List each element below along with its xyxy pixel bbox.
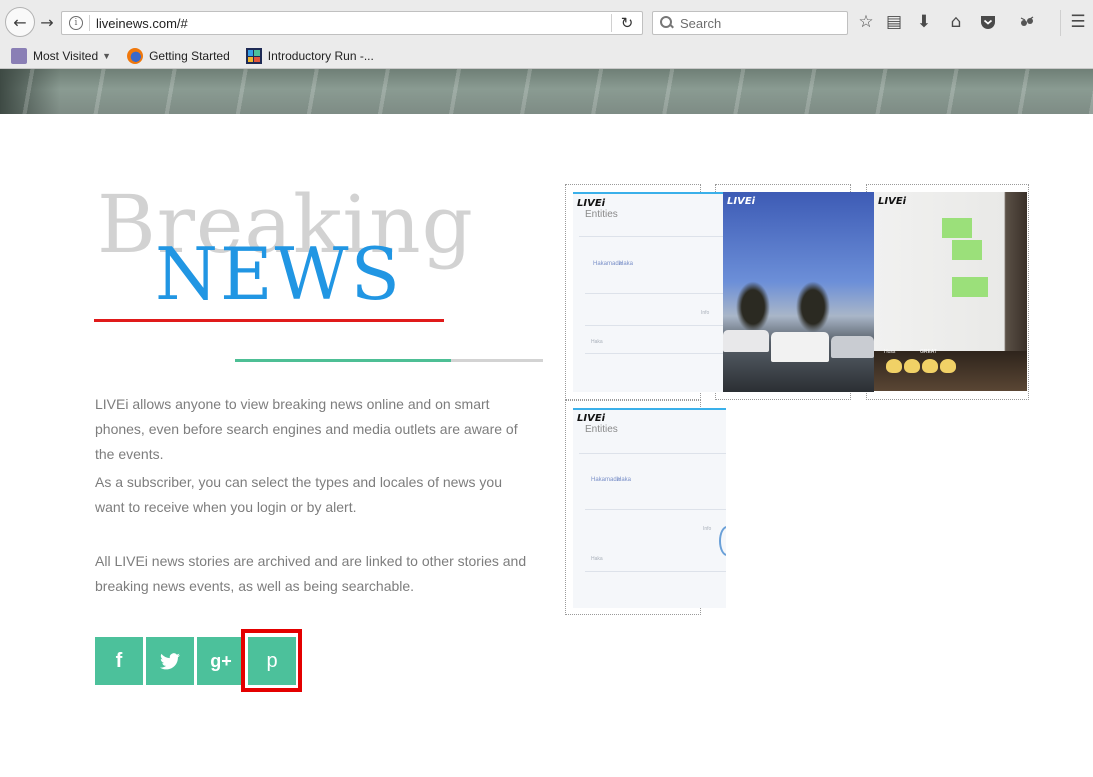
headline-news: NEWS <box>155 232 402 316</box>
bookmarks-bar: Most Visited ▼ Getting Started Introduct… <box>0 44 1093 68</box>
sticky-note <box>952 240 982 260</box>
url-text[interactable]: liveinews.com/# <box>96 16 611 31</box>
breadcrumb-a: Hakamada <box>593 261 623 267</box>
facebook-icon: f <box>115 649 123 672</box>
back-arrow-icon[interactable]: ← <box>5 7 35 37</box>
intro-paragraph: LIVEi allows anyone to view breaking new… <box>95 396 518 462</box>
live-logo: LIVEi <box>577 413 606 424</box>
car <box>723 330 769 352</box>
archive-paragraph: All LIVEi news stories are archived and … <box>95 553 527 594</box>
bookmark-label: Introductory Run -... <box>267 49 374 63</box>
url-divider <box>89 15 90 31</box>
progress-fill <box>235 359 451 362</box>
sticky-note <box>942 218 972 238</box>
download-icon[interactable]: ⬇ <box>913 11 935 33</box>
bookmark-label: Most Visited <box>33 49 99 63</box>
app-heading: Entities <box>585 209 618 220</box>
gallery-thumb-app-2[interactable]: LIVEi Entities Hakamada Haka Info Haka <box>573 408 726 608</box>
home-icon[interactable]: ⌂ <box>945 11 967 33</box>
divider <box>585 325 723 326</box>
search-input[interactable] <box>680 15 840 31</box>
bookmark-introductory-run[interactable]: Introductory Run -... <box>245 48 374 64</box>
info-label: Info <box>701 310 710 316</box>
live-logo: LIVEi <box>878 196 907 207</box>
bookmark-most-visited[interactable]: Most Visited ▼ <box>11 48 111 64</box>
divider <box>585 293 723 294</box>
search-bar[interactable] <box>652 11 848 35</box>
chick-sticker <box>904 359 920 373</box>
gallery-thumb-parking-lot[interactable]: LIVEi <box>723 192 874 392</box>
gallery-thumb-whiteboard[interactable]: LIVEi Hoss GREAT <box>874 192 1027 391</box>
progress-bar <box>235 359 543 362</box>
info-icon[interactable]: i <box>69 16 83 30</box>
sticky-note <box>952 277 988 297</box>
twitter-icon <box>160 652 180 669</box>
app-heading: Entities <box>585 424 618 435</box>
subscriber-paragraph: As a subscriber, you can select the type… <box>95 474 503 515</box>
forward-arrow-icon[interactable]: → <box>37 12 57 32</box>
breadcrumb-a: Hakamada <box>591 477 621 483</box>
car <box>771 332 829 362</box>
highlight-annotation <box>241 629 302 692</box>
bookmark-label: Getting Started <box>149 49 230 63</box>
tree <box>793 277 833 337</box>
search-icon <box>660 16 674 30</box>
chick-sticker <box>940 359 956 373</box>
chevron-down-icon: ▼ <box>102 51 112 61</box>
thumb-accent-line <box>573 192 723 194</box>
star-icon[interactable]: ☆ <box>855 11 877 33</box>
tree <box>733 277 773 337</box>
google-plus-icon: g+ <box>210 650 232 671</box>
grid-icon <box>245 48 262 64</box>
browser-chrome: ← → i liveinews.com/# ↻ ☆ ▤ ⬇ ⌂ ☰ Most V… <box>0 0 1093 69</box>
reload-icon[interactable]: ↻ <box>612 14 642 32</box>
divider <box>579 236 723 237</box>
browser-toolbar: ← → i liveinews.com/# ↻ ☆ ▤ ⬇ ⌂ ☰ <box>0 0 1093 44</box>
field-label: Haka <box>591 339 603 345</box>
field-label: Haka <box>591 556 603 562</box>
live-logo: LIVEi <box>727 196 756 207</box>
overlay-label: GREAT <box>920 349 937 355</box>
divider <box>585 571 726 572</box>
thumb-accent-line <box>573 408 726 410</box>
hero-image <box>0 69 1093 114</box>
menu-icon[interactable]: ☰ <box>1067 11 1089 33</box>
chick-sticker <box>886 359 902 373</box>
facebook-button[interactable]: f <box>95 637 143 685</box>
gallery-thumb-app[interactable]: LIVEi Entities Hakamada Haka Info Haka <box>573 192 723 392</box>
twitter-button[interactable] <box>146 637 194 685</box>
google-plus-button[interactable]: g+ <box>197 637 245 685</box>
breadcrumb-b: Haka <box>617 477 632 483</box>
toolbar-divider <box>1060 10 1061 36</box>
extension-icon[interactable] <box>1016 11 1038 33</box>
overlay-label: Hoss <box>884 349 896 355</box>
info-label: Info <box>703 526 712 532</box>
divider <box>585 353 723 354</box>
pocket-icon[interactable] <box>977 11 999 33</box>
address-bar[interactable]: i liveinews.com/# ↻ <box>61 11 643 35</box>
live-logo: LIVEi <box>577 198 606 209</box>
spinner-icon <box>719 526 726 556</box>
folder-icon <box>11 48 27 64</box>
bookmark-getting-started[interactable]: Getting Started <box>127 48 230 64</box>
divider <box>579 453 726 454</box>
divider <box>585 509 726 510</box>
chick-sticker <box>922 359 938 373</box>
headline-underline <box>94 319 444 322</box>
reading-list-icon[interactable]: ▤ <box>883 11 905 33</box>
breadcrumb-b: Haka <box>619 261 634 267</box>
car <box>831 336 874 358</box>
firefox-icon <box>127 48 144 64</box>
